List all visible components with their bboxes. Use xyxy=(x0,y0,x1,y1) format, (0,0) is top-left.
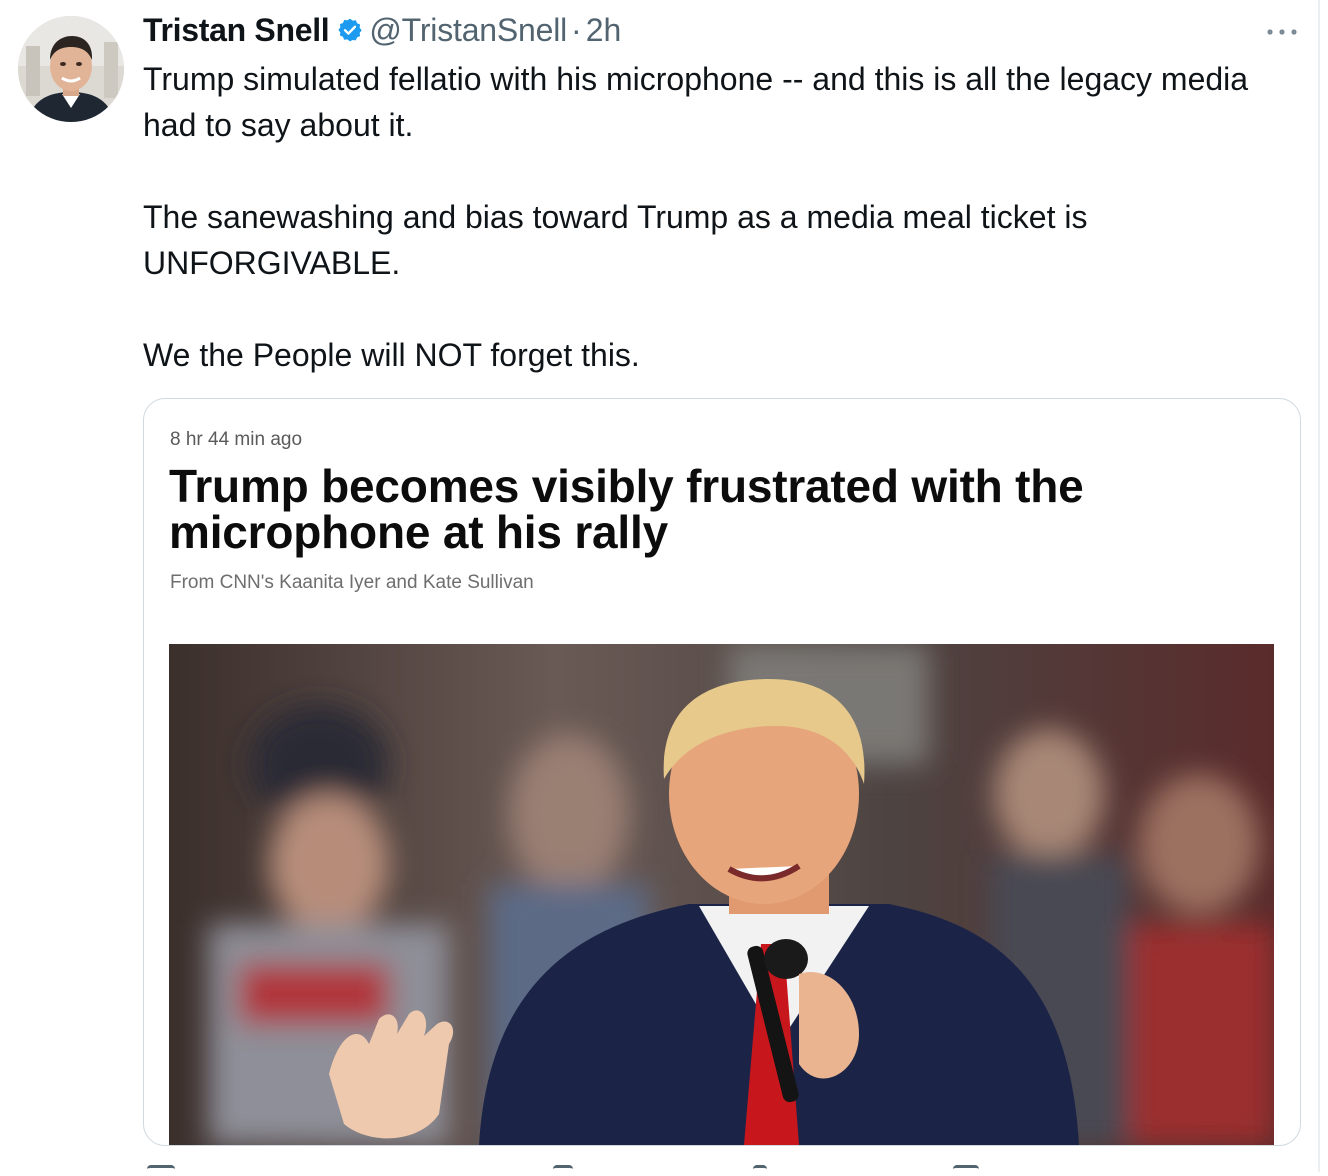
article-timestamp: 8 hr 44 min ago xyxy=(170,429,303,450)
article-byline: From CNN's Kaanita Iyer and Kate Sulliva… xyxy=(170,572,534,593)
author-avatar[interactable] xyxy=(18,16,124,122)
verified-badge-icon xyxy=(337,17,363,43)
tweet-body: Trump simulated fellatio with his microp… xyxy=(143,56,1293,378)
like-icon[interactable] xyxy=(753,1165,767,1176)
tweet-action-bar xyxy=(143,1160,1243,1172)
views-icon[interactable] xyxy=(953,1165,979,1176)
more-options-icon[interactable] xyxy=(1262,24,1302,40)
header-separator: · xyxy=(571,11,582,48)
tweet-paragraph: The sanewashing and bias toward Trump as… xyxy=(143,199,1088,281)
article-headline: Trump becomes visibly frustrated with th… xyxy=(169,460,1084,558)
embedded-article-card[interactable]: 8 hr 44 min ago Trump becomes visibly fr… xyxy=(143,398,1301,1146)
tweet-paragraph: Trump simulated fellatio with his microp… xyxy=(143,61,1249,143)
reply-icon[interactable] xyxy=(147,1165,175,1176)
tweet-header: Tristan Snell @TristanSnell · 2h xyxy=(143,10,621,50)
author-name[interactable]: Tristan Snell xyxy=(143,12,330,49)
tweet-timestamp[interactable]: 2h xyxy=(586,12,622,49)
retweet-icon[interactable] xyxy=(553,1165,573,1176)
scroll-edge xyxy=(1318,0,1320,1172)
author-handle[interactable]: @TristanSnell xyxy=(369,12,567,49)
tweet-paragraph: We the People will NOT forget this. xyxy=(143,337,640,373)
article-photo xyxy=(169,644,1274,1145)
